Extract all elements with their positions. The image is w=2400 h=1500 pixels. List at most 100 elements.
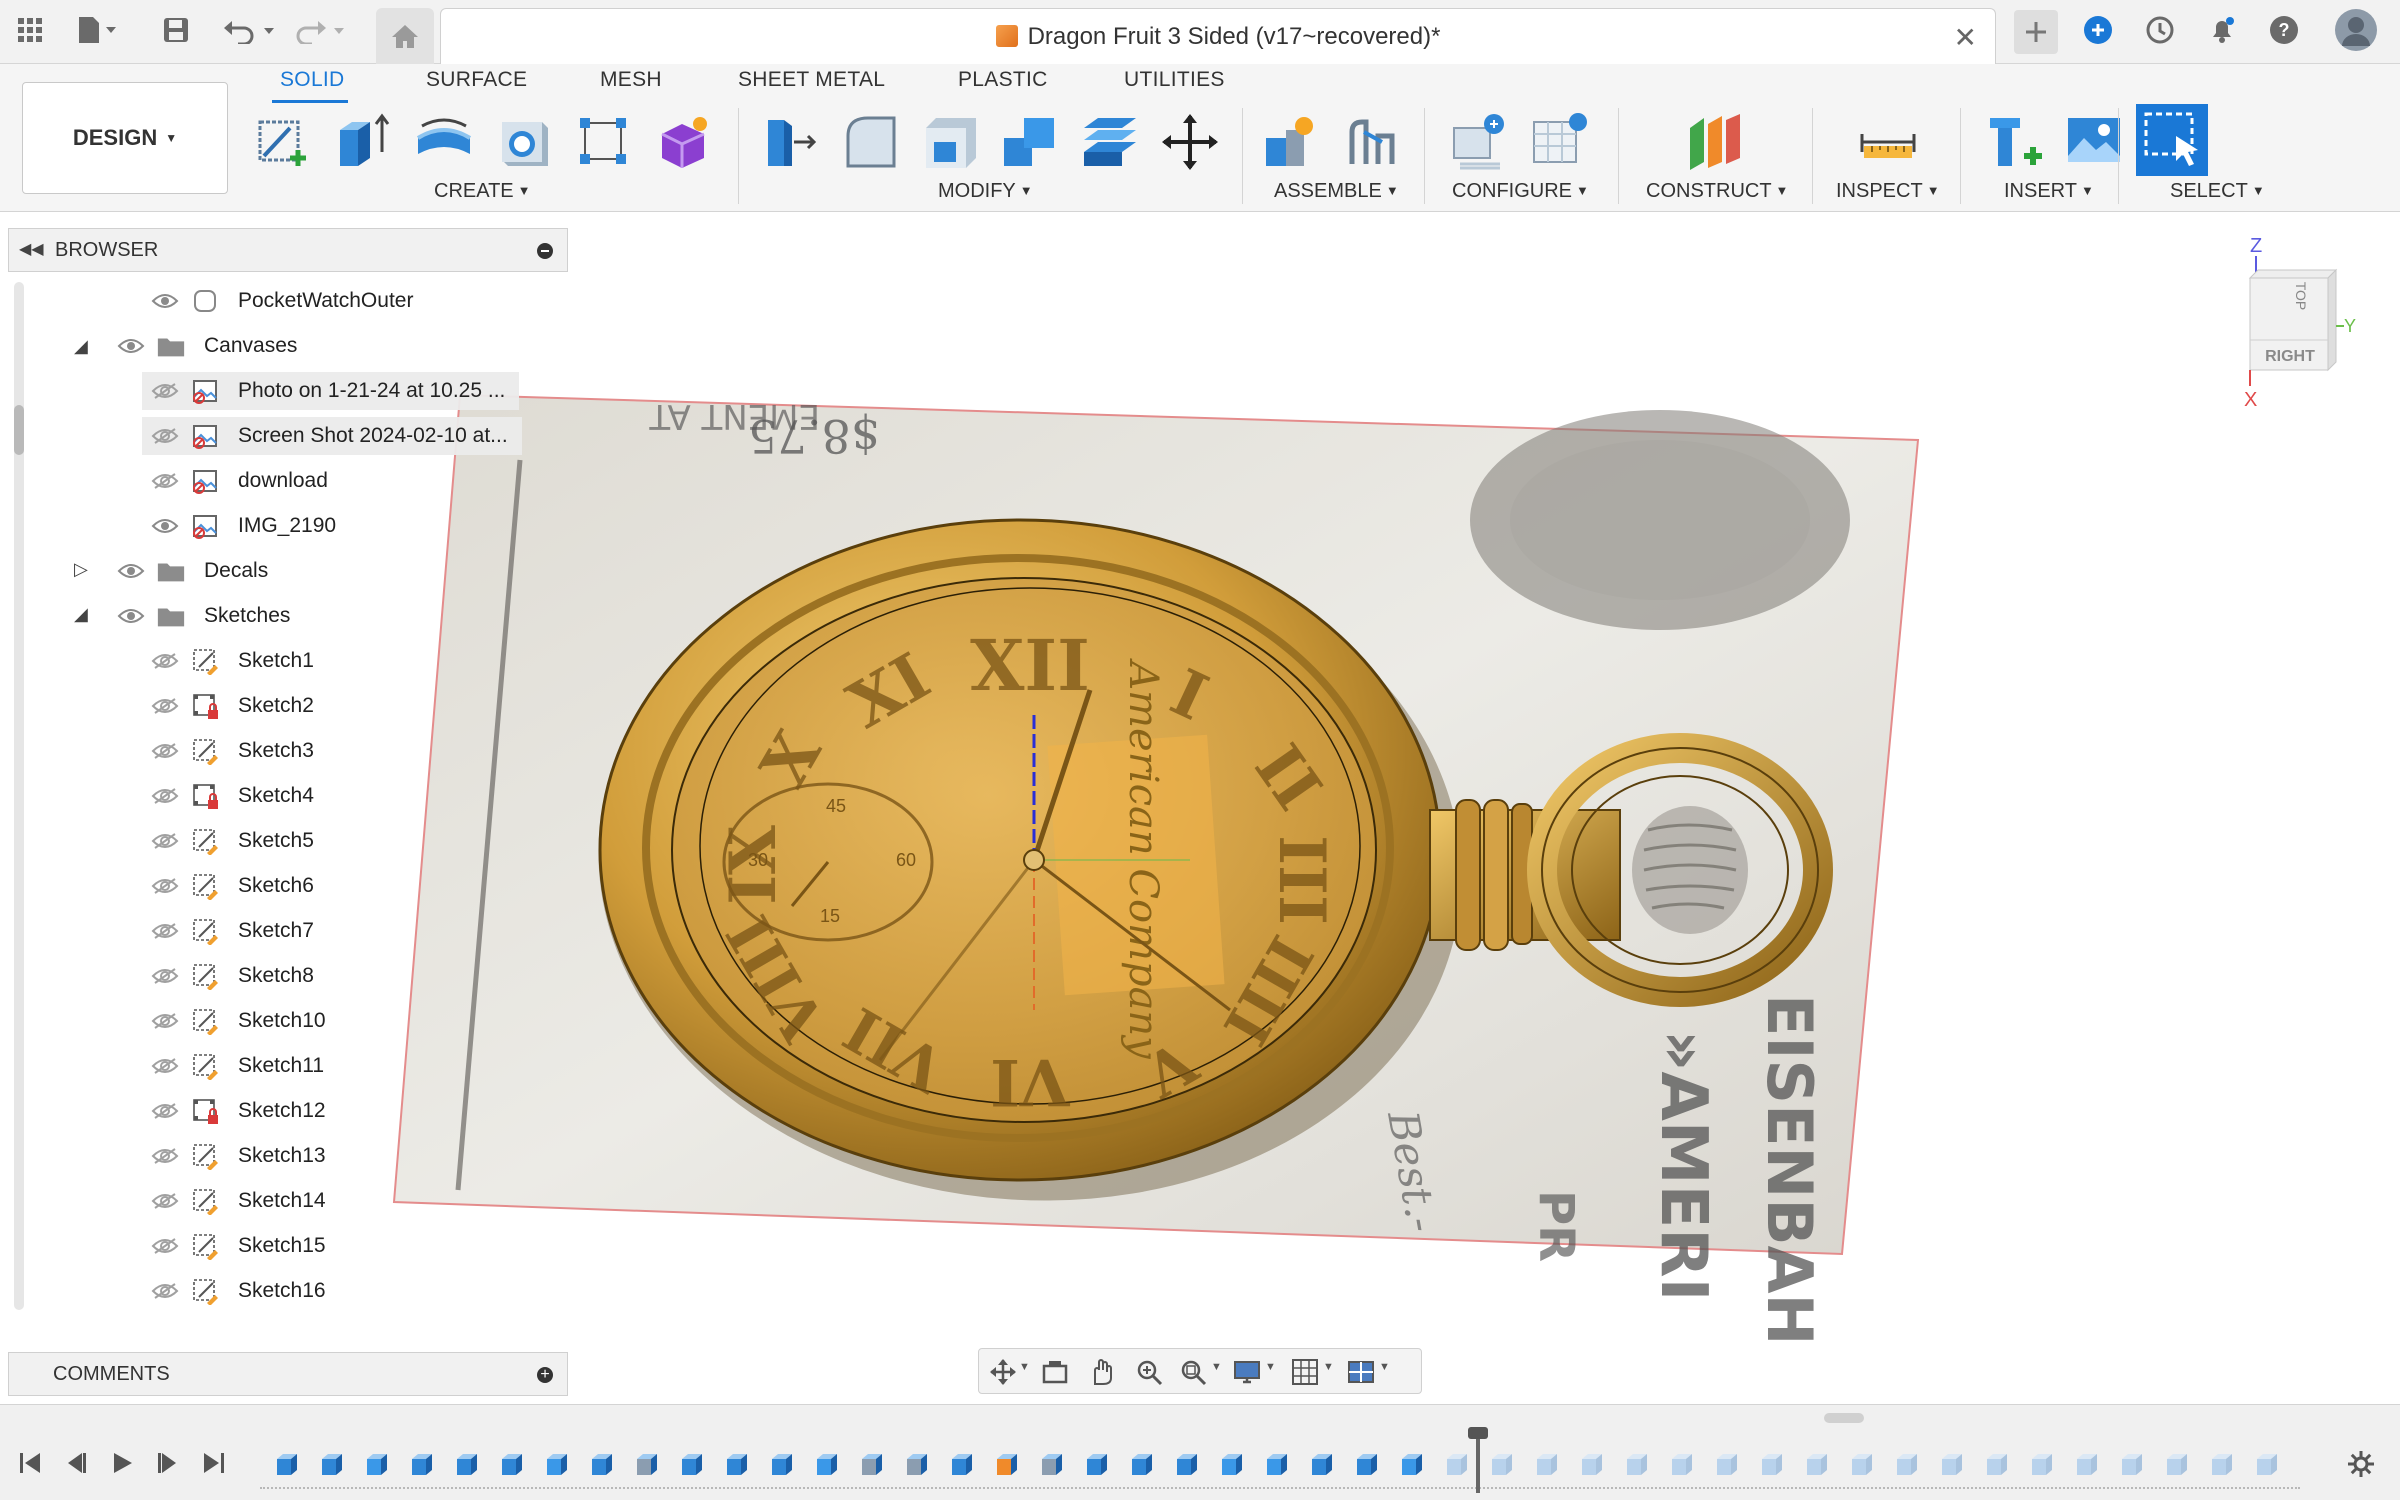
revolve-icon[interactable]: [414, 112, 474, 172]
notifications-icon[interactable]: [2206, 14, 2238, 46]
browser-item-sketches[interactable]: Sketches: [108, 597, 305, 635]
extrude-feature-icon[interactable]: [454, 1451, 480, 1477]
browser-item-pocketwatchouter[interactable]: PocketWatchOuter: [142, 282, 428, 320]
visibility-on-icon[interactable]: [114, 336, 148, 356]
inspect-menu[interactable]: INSPECT ▼: [1836, 180, 1940, 203]
suppressed-feature-icon[interactable]: [1984, 1451, 2010, 1477]
browser-item-sketch6[interactable]: Sketch6: [142, 867, 328, 905]
combine-feature-icon[interactable]: [1309, 1451, 1335, 1477]
visibility-on-icon[interactable]: [114, 561, 148, 581]
save-icon[interactable]: [160, 14, 192, 46]
suppressed-feature-icon[interactable]: [2164, 1451, 2190, 1477]
insert-menu[interactable]: INSERT ▼: [2004, 180, 2094, 203]
visibility-off-icon[interactable]: [148, 696, 182, 716]
fit-dropdown-icon[interactable]: ▼: [1211, 1361, 1222, 1373]
browser-item-sketch10[interactable]: Sketch10: [142, 1002, 340, 1040]
sketch-feature-icon[interactable]: [859, 1451, 885, 1477]
canvases-collapse-toggle[interactable]: ◢: [74, 336, 88, 357]
sketches-collapse-toggle[interactable]: ◢: [74, 604, 88, 625]
create-menu[interactable]: CREATE ▼: [434, 180, 531, 203]
configure-table-icon[interactable]: [1450, 112, 1510, 172]
decals-expand-toggle[interactable]: ▷: [74, 559, 88, 580]
suppressed-feature-icon[interactable]: [1894, 1451, 1920, 1477]
visibility-off-icon[interactable]: [148, 1101, 182, 1121]
timeline-settings-icon[interactable]: [2346, 1449, 2376, 1479]
browser-item-sketch5[interactable]: Sketch5: [142, 822, 328, 860]
offset-plane-icon[interactable]: [1686, 112, 1746, 172]
extrude-feature-icon[interactable]: [1129, 1451, 1155, 1477]
zoom-icon[interactable]: [1135, 1358, 1163, 1386]
view-cube[interactable]: Z TOP RIGHT Y X: [2240, 230, 2360, 410]
insert-mcmaster-icon[interactable]: [1984, 112, 2044, 172]
extrude-feature-icon[interactable]: [409, 1451, 435, 1477]
visibility-off-icon[interactable]: [148, 1056, 182, 1076]
timeline-marker[interactable]: [1468, 1427, 1488, 1493]
construct-menu[interactable]: CONSTRUCT ▼: [1646, 180, 1788, 203]
viewcube-top-face[interactable]: TOP: [2293, 282, 2309, 311]
fillet-feature-icon[interactable]: [1219, 1451, 1245, 1477]
suppressed-feature-icon[interactable]: [2254, 1451, 2280, 1477]
visibility-off-icon[interactable]: [148, 921, 182, 941]
visibility-off-icon[interactable]: [148, 1236, 182, 1256]
file-menu-icon[interactable]: [76, 14, 118, 46]
browser-item-img-2190[interactable]: IMG_2190: [142, 507, 351, 545]
browser-item-sketch1[interactable]: Sketch1: [142, 642, 328, 680]
select-icon[interactable]: [2136, 104, 2208, 176]
hole-icon[interactable]: [494, 112, 554, 172]
suppressed-feature-icon[interactable]: [1714, 1451, 1740, 1477]
visibility-off-icon[interactable]: [148, 1011, 182, 1031]
pattern-icon[interactable]: [574, 112, 634, 172]
add-comment-icon[interactable]: +: [537, 1367, 553, 1383]
extrude-feature-icon[interactable]: [679, 1451, 705, 1477]
browser-item-sketch3[interactable]: Sketch3: [142, 732, 328, 770]
visibility-on-icon[interactable]: [114, 606, 148, 626]
configure-menu[interactable]: CONFIGURE ▼: [1452, 180, 1589, 203]
browser-scroll-thumb[interactable]: [14, 405, 24, 455]
help-icon[interactable]: ?: [2268, 14, 2300, 46]
orbit-dropdown-icon[interactable]: ▼: [1019, 1361, 1030, 1373]
offset-face-icon[interactable]: [1080, 112, 1140, 172]
modify-menu[interactable]: MODIFY ▼: [938, 180, 1033, 203]
grid-settings-icon[interactable]: [1291, 1358, 1319, 1386]
viewports-dropdown-icon[interactable]: ▼: [1379, 1361, 1390, 1373]
workspace-switcher-button[interactable]: DESIGN ▼: [22, 82, 228, 194]
revolve-feature-icon[interactable]: [1174, 1451, 1200, 1477]
comments-panel[interactable]: COMMENTS +: [8, 1352, 568, 1396]
minimize-browser-icon[interactable]: [537, 243, 553, 259]
suppressed-feature-icon[interactable]: [1624, 1451, 1650, 1477]
timeline-next-icon[interactable]: [154, 1449, 182, 1477]
browser-item-decals[interactable]: Decals: [108, 552, 283, 590]
revolve-feature-icon[interactable]: [364, 1451, 390, 1477]
new-tab-icon[interactable]: [2014, 10, 2058, 54]
browser-item-canvases[interactable]: Canvases: [108, 327, 312, 365]
measure-icon[interactable]: [1858, 112, 1918, 172]
suppressed-feature-icon[interactable]: [2029, 1451, 2055, 1477]
extrude-feature-icon[interactable]: [319, 1451, 345, 1477]
visibility-on-icon[interactable]: [148, 516, 182, 536]
extrude-feature-icon[interactable]: [949, 1451, 975, 1477]
configure-grid-icon[interactable]: [1530, 112, 1590, 172]
visibility-off-icon[interactable]: [148, 786, 182, 806]
suppressed-feature-icon[interactable]: [1939, 1451, 1965, 1477]
insert-canvas-icon[interactable]: [2064, 112, 2124, 172]
browser-item-sketch13[interactable]: Sketch13: [142, 1137, 340, 1175]
browser-item-sketch14[interactable]: Sketch14: [142, 1182, 340, 1220]
redo-icon[interactable]: [292, 14, 348, 46]
tab-utilities[interactable]: UTILITIES: [1124, 68, 1225, 92]
browser-item-sketch4[interactable]: Sketch4: [142, 777, 328, 815]
extrude-feature-icon[interactable]: [1084, 1451, 1110, 1477]
fillet-feature-icon[interactable]: [544, 1451, 570, 1477]
extrude-feature-icon[interactable]: [724, 1451, 750, 1477]
fillet-feature-icon[interactable]: [1399, 1451, 1425, 1477]
visibility-off-icon[interactable]: [148, 471, 182, 491]
browser-item-sketch15[interactable]: Sketch15: [142, 1227, 340, 1265]
combine-icon[interactable]: [1000, 112, 1060, 172]
timeline-play-icon[interactable]: [108, 1449, 136, 1477]
user-avatar-icon[interactable]: [2334, 8, 2378, 52]
home-icon[interactable]: [376, 8, 434, 64]
suppressed-feature-icon[interactable]: [2209, 1451, 2235, 1477]
visibility-off-icon[interactable]: [148, 1281, 182, 1301]
extrude-icon[interactable]: [334, 112, 394, 172]
close-tab-icon[interactable]: ✕: [1954, 21, 1977, 54]
assemble-menu[interactable]: ASSEMBLE ▼: [1274, 180, 1399, 203]
